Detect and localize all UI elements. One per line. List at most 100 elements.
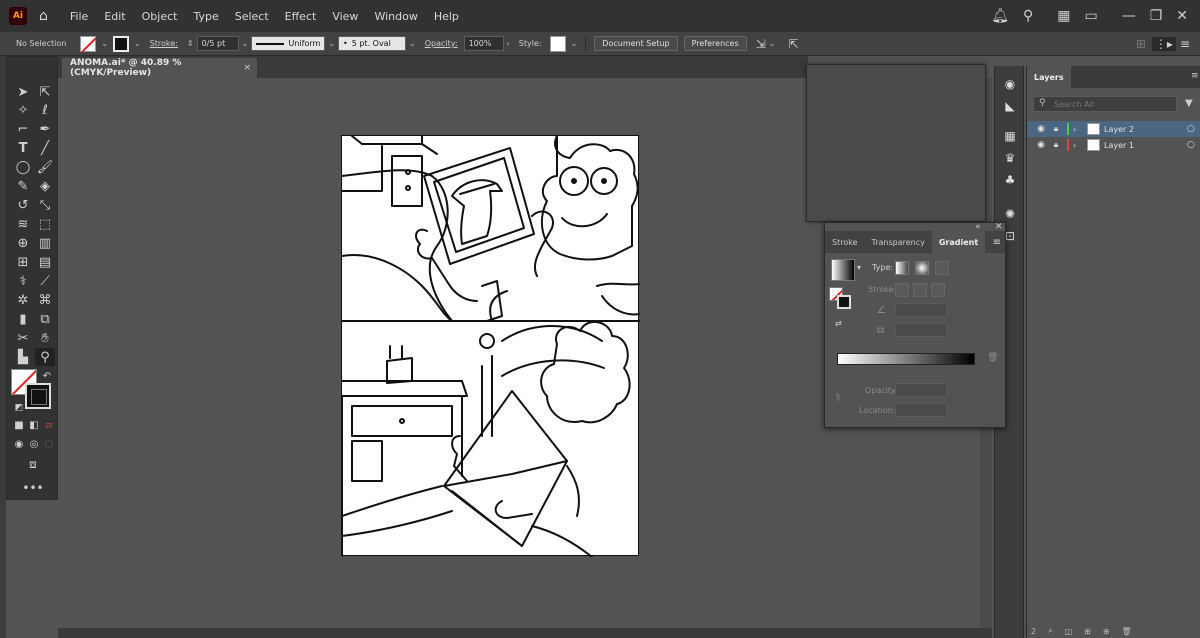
measure-tool-icon[interactable]: ⟋	[35, 272, 55, 290]
gradient-preview-swatch[interactable]	[831, 259, 855, 281]
stroke-along-icon[interactable]	[913, 283, 927, 297]
menu-select[interactable]: Select	[235, 10, 269, 23]
draw-inside-icon[interactable]: ◌	[39, 435, 59, 453]
menu-edit[interactable]: Edit	[104, 10, 125, 23]
chevron-right-icon[interactable]: ›	[504, 39, 513, 48]
stroke-profile-select[interactable]: Uniform	[251, 36, 326, 51]
chevron-down-icon[interactable]: ⌄	[766, 39, 779, 48]
lock-icon[interactable]: 🔒︎	[1049, 124, 1063, 134]
print-tiling-tool-icon[interactable]: ▙	[13, 348, 33, 366]
scale-tool-icon[interactable]: ⤡	[35, 196, 55, 214]
swatches-icon[interactable]: ▦	[1002, 128, 1018, 144]
none-mode-icon[interactable]: ⧄	[39, 416, 59, 434]
screen-mode-icon[interactable]: ⧈	[23, 455, 43, 473]
share-icon[interactable]: ⇱	[788, 37, 798, 51]
workspace-icon[interactable]: ▦	[1057, 8, 1070, 24]
horizontal-scrollbar[interactable]	[58, 628, 992, 638]
chevron-down-icon[interactable]: ⌄	[325, 39, 338, 48]
menu-window[interactable]: Window	[374, 10, 417, 23]
chevron-down-icon[interactable]: ⌄	[568, 39, 581, 48]
chevron-down-icon[interactable]: ⌄	[131, 39, 144, 48]
ellipse-tool-icon[interactable]: ◯	[13, 158, 33, 176]
swap-colors-icon[interactable]: ↶	[37, 367, 57, 385]
rotate-tool-icon[interactable]: ↺	[13, 196, 33, 214]
paintbrush-tool-icon[interactable]: 🖌︎	[35, 158, 55, 176]
stroke-within-icon[interactable]	[895, 283, 909, 297]
menu-view[interactable]: View	[332, 10, 358, 23]
radial-gradient-icon[interactable]	[915, 261, 929, 275]
stroke-swatch[interactable]	[113, 35, 129, 52]
panel-toggle-icon[interactable]: ⋮▸	[1151, 36, 1176, 51]
zoom-tool-icon[interactable]: ⚲	[35, 348, 55, 366]
menu-file[interactable]: File	[70, 10, 88, 23]
chevron-right-icon[interactable]: ›	[1073, 125, 1083, 134]
symbol-sprayer-tool-icon[interactable]: ✲	[13, 291, 33, 309]
freeform-gradient-icon[interactable]	[935, 261, 949, 275]
chevron-down-icon[interactable]: ⌄	[239, 39, 252, 48]
opacity-label[interactable]: Opacity:	[419, 39, 464, 48]
type-tool-icon[interactable]: T	[13, 139, 33, 157]
chevron-down-icon[interactable]: ⌄	[98, 39, 111, 48]
chevron-right-icon[interactable]: ›	[1073, 141, 1083, 150]
layers-search-input[interactable]: ⚲ Search All	[1033, 96, 1177, 112]
opacity-select[interactable]	[895, 383, 947, 397]
trash-icon[interactable]: 🗑︎	[987, 353, 998, 363]
stroke-swatch-small[interactable]	[837, 295, 851, 309]
curvature-tool-icon[interactable]: ⌐	[13, 120, 33, 138]
linear-gradient-icon[interactable]	[895, 261, 909, 275]
magic-wand-tool-icon[interactable]: ✧	[13, 101, 33, 119]
brush-select[interactable]: • 5 pt. Oval	[338, 36, 406, 51]
chevron-down-icon[interactable]: ▾	[857, 263, 861, 272]
color-icon[interactable]: ◣	[1002, 98, 1018, 114]
close-tab-icon[interactable]: ×	[243, 63, 251, 73]
menu-icon[interactable]: ≡	[1180, 37, 1190, 51]
new-sublayer-icon[interactable]: ⊞	[1084, 627, 1091, 636]
stroke-label[interactable]: Stroke:	[144, 39, 184, 48]
column-graph-tool-icon[interactable]: ▮	[13, 310, 33, 328]
angle-select[interactable]	[895, 303, 947, 317]
more-tools-icon[interactable]: •••	[22, 479, 43, 497]
tab-stroke[interactable]: Stroke	[825, 231, 865, 253]
aspect-ratio-select[interactable]	[895, 323, 947, 337]
symbols-icon[interactable]: ♣	[1002, 172, 1018, 188]
stroke-weight-input[interactable]: 0/5 pt	[196, 36, 239, 51]
clipping-mask-icon[interactable]: ◫	[1065, 627, 1073, 636]
eye-icon[interactable]: ◉	[1033, 124, 1049, 134]
menu-effect[interactable]: Effect	[285, 10, 317, 23]
chevron-down-icon[interactable]: ⌄	[406, 39, 419, 48]
eye-icon[interactable]: ◉	[1033, 140, 1049, 150]
direct-selection-tool-icon[interactable]: ⇱	[35, 83, 55, 101]
artboard[interactable]	[341, 135, 641, 558]
gradient-tool-icon[interactable]: ▤	[35, 253, 55, 271]
eyedropper-tool-icon[interactable]: ⚕	[13, 272, 33, 290]
lock-icon[interactable]: 🔒︎	[1049, 140, 1063, 150]
target-icon[interactable]: ○	[1187, 124, 1200, 134]
fill-swatch[interactable]	[80, 35, 97, 52]
filter-icon[interactable]: ▼	[1185, 98, 1193, 109]
hand-tool-icon[interactable]: ✋︎	[35, 329, 55, 347]
minimize-icon[interactable]: —	[1122, 8, 1136, 24]
shape-builder-tool-icon[interactable]: ⊕	[13, 234, 33, 252]
preferences-button[interactable]: Preferences	[683, 36, 747, 51]
stroke-across-icon[interactable]	[931, 283, 945, 297]
floating-panel[interactable]	[806, 64, 986, 222]
arrange-icon[interactable]: ▭	[1084, 8, 1097, 24]
layer-row[interactable]: ◉ 🔒︎ › Layer 1 ○	[1027, 137, 1200, 153]
width-tool-icon[interactable]: ≋	[13, 215, 33, 233]
tab-layers[interactable]: Layers	[1027, 66, 1071, 88]
artboard-tool-icon[interactable]: ⧉	[35, 310, 55, 328]
layer-row[interactable]: ◉ 🔒︎ › Layer 2 ○	[1027, 121, 1200, 137]
tab-transparency[interactable]: Transparency	[865, 231, 932, 253]
reverse-gradient-icon[interactable]: ⇄	[835, 319, 842, 328]
default-colors-icon[interactable]: ◩	[9, 399, 29, 417]
location-select[interactable]	[895, 403, 947, 417]
opacity-input[interactable]: 100%	[463, 36, 504, 51]
document-tab[interactable]: ANOMA.ai* @ 40.89 % (CMYK/Preview) ×	[62, 58, 257, 78]
eyedropper-icon[interactable]: ⚕	[835, 391, 841, 404]
menu-type[interactable]: Type	[193, 10, 218, 23]
close-window-icon[interactable]: ✕	[1176, 8, 1188, 24]
brushes-icon[interactable]: ♛	[1002, 150, 1018, 166]
menu-object[interactable]: Object	[142, 10, 178, 23]
appearance-icon[interactable]: ✺	[1002, 206, 1018, 222]
mesh-tool-icon[interactable]: ⊞	[13, 253, 33, 271]
